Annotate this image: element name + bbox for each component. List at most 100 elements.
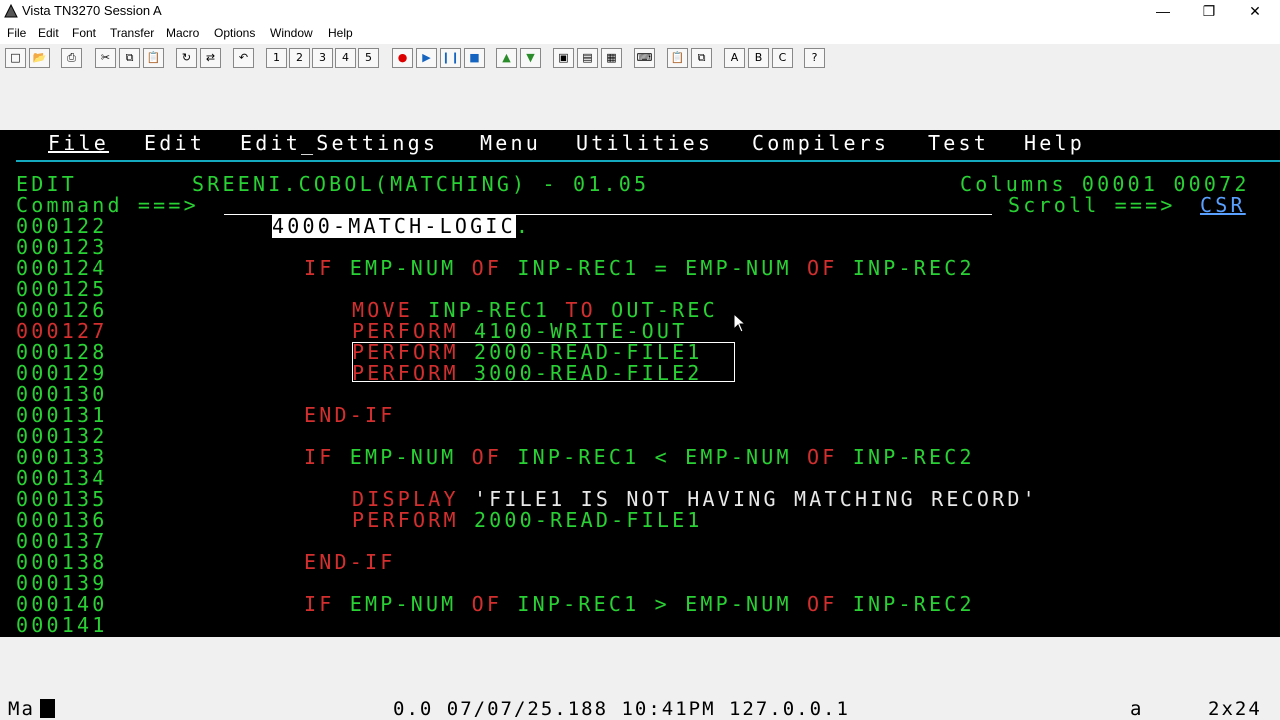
selection-box [352, 342, 735, 382]
download-icon[interactable]: ▼ [520, 48, 541, 68]
cobol-keyword: PERFORM [352, 508, 459, 532]
macro-4-button[interactable]: 4 [335, 48, 356, 68]
paste-icon[interactable]: 📋 [143, 48, 164, 68]
menu-help[interactable]: Help [328, 26, 353, 40]
app-icon [4, 3, 18, 18]
code-line[interactable]: END-IF [304, 405, 395, 426]
macro-5-button[interactable]: 5 [358, 48, 379, 68]
menu-macro[interactable]: Macro [166, 26, 199, 40]
ispf-menu-file[interactable]: File [48, 131, 109, 155]
cobol-identifier: INP-REC1 [517, 445, 640, 469]
key-b-button[interactable]: B [748, 48, 769, 68]
open-folder-icon[interactable]: 📂 [29, 48, 50, 68]
print-icon[interactable]: ⎙ [61, 48, 82, 68]
line-number[interactable]: 000124 [16, 258, 107, 279]
ispf-menu-compilers[interactable]: Compilers [752, 131, 889, 155]
code-line[interactable]: MOVE INP-REC1 TO OUT-REC [352, 300, 718, 321]
menu-edit[interactable]: Edit [38, 26, 59, 40]
code-line[interactable]: PERFORM 2000-READ-FILE1 [352, 510, 703, 531]
clipboard-copy-icon[interactable]: ⧉ [691, 48, 712, 68]
line-number[interactable]: 000131 [16, 405, 107, 426]
cobol-identifier: EMP-NUM [685, 445, 792, 469]
cursor-position: 2x24 [1208, 698, 1262, 720]
code-line[interactable]: IF EMP-NUM OF INP-REC1 < EMP-NUM OF INP-… [304, 447, 975, 468]
reconnect-icon[interactable]: ⇄ [200, 48, 221, 68]
cobol-keyword: OF [471, 592, 503, 616]
columns-indicator: Columns 00001 00072 [960, 172, 1250, 196]
key-c-button[interactable]: C [772, 48, 793, 68]
screen-list-icon[interactable]: ▤ [577, 48, 598, 68]
line-number[interactable]: 000132 [16, 426, 107, 447]
cobol-keyword: OF [471, 445, 503, 469]
cut-icon[interactable]: ✂ [95, 48, 116, 68]
close-button[interactable]: ✕ [1232, 0, 1278, 23]
menu-transfer[interactable]: Transfer [110, 26, 154, 40]
key-a-button[interactable]: A [724, 48, 745, 68]
line-number[interactable]: 000134 [16, 468, 107, 489]
macro-1-button[interactable]: 1 [266, 48, 287, 68]
line-number[interactable]: 000122 [16, 216, 107, 237]
edit-mode-label: EDIT [16, 172, 77, 196]
menu-window[interactable]: Window [270, 26, 313, 40]
code-line[interactable]: PERFORM 4100-WRITE-OUT [352, 321, 687, 342]
line-number[interactable]: 000126 [16, 300, 107, 321]
line-number[interactable]: 000141 [16, 615, 107, 636]
line-number[interactable]: 000135 [16, 489, 107, 510]
cobol-identifier: INP-REC1 [517, 592, 640, 616]
code-line[interactable]: IF EMP-NUM OF INP-REC1 = EMP-NUM OF INP-… [304, 258, 975, 279]
command-label: Command ===> [16, 193, 199, 217]
help-button[interactable]: ? [804, 48, 825, 68]
clipboard-icon[interactable]: 📋 [667, 48, 688, 68]
line-number[interactable]: 000128 [16, 342, 107, 363]
ispf-menu-menu[interactable]: Menu [480, 131, 541, 155]
screen-icon[interactable]: ▣ [553, 48, 574, 68]
code-line[interactable]: DISPLAY 'FILE1 IS NOT HAVING MATCHING RE… [352, 489, 1038, 510]
line-number[interactable]: 000139 [16, 573, 107, 594]
macro-3-button[interactable]: 3 [312, 48, 333, 68]
line-number[interactable]: 000138 [16, 552, 107, 573]
restore-button[interactable]: ❐ [1186, 0, 1232, 23]
scroll-field[interactable]: CSR [1200, 195, 1246, 216]
record-icon[interactable]: ● [392, 48, 413, 68]
ispf-menu-help[interactable]: Help [1024, 131, 1085, 155]
line-number[interactable]: 000130 [16, 384, 107, 405]
play-icon[interactable]: ▶ [416, 48, 437, 68]
line-number[interactable]: 000123 [16, 237, 107, 258]
cobol-identifier: > [654, 592, 670, 616]
code-line[interactable]: END-IF [304, 552, 395, 573]
ispf-menu-test[interactable]: Test [928, 131, 989, 155]
ispf-menu-edit-settings[interactable]: Edit_Settings [240, 131, 438, 155]
line-number[interactable]: 000137 [16, 531, 107, 552]
line-number[interactable]: 000133 [16, 447, 107, 468]
terminal-screen[interactable]: File Edit Edit_Settings Menu Utilities C… [0, 130, 1280, 637]
line-number[interactable]: 000129 [16, 363, 107, 384]
copy-icon[interactable]: ⧉ [119, 48, 140, 68]
macro-2-button[interactable]: 2 [289, 48, 310, 68]
minimize-button[interactable]: — [1140, 0, 1186, 23]
new-file-icon[interactable]: □ [5, 48, 26, 68]
refresh-icon[interactable]: ↻ [176, 48, 197, 68]
code-line[interactable]: 4000-MATCH-LOGIC. [272, 214, 532, 238]
cobol-keyword: IF [304, 592, 335, 616]
upload-icon[interactable]: ▲ [496, 48, 517, 68]
menu-font[interactable]: Font [72, 26, 96, 40]
period: . [515, 214, 532, 238]
pause-icon[interactable]: ❙❙ [440, 48, 461, 68]
line-number[interactable]: 000136 [16, 510, 107, 531]
undo-icon[interactable]: ↶ [233, 48, 254, 68]
ispf-menu-edit[interactable]: Edit [144, 131, 205, 155]
menu-options[interactable]: Options [214, 26, 255, 40]
title-bar: Vista TN3270 Session A — ❐ ✕ [0, 0, 1280, 23]
ispf-menu-utilities[interactable]: Utilities [576, 131, 713, 155]
code-line[interactable]: IF EMP-NUM OF INP-REC1 > EMP-NUM OF INP-… [304, 594, 975, 615]
line-number[interactable]: 000125 [16, 279, 107, 300]
line-number[interactable]: 000127 [16, 321, 107, 342]
screen-grid-icon[interactable]: ▦ [601, 48, 622, 68]
menu-file[interactable]: File [7, 26, 26, 40]
line-number[interactable]: 000140 [16, 594, 107, 615]
keyboard-icon[interactable]: ⌨ [634, 48, 655, 68]
stop-icon[interactable]: ■ [464, 48, 485, 68]
